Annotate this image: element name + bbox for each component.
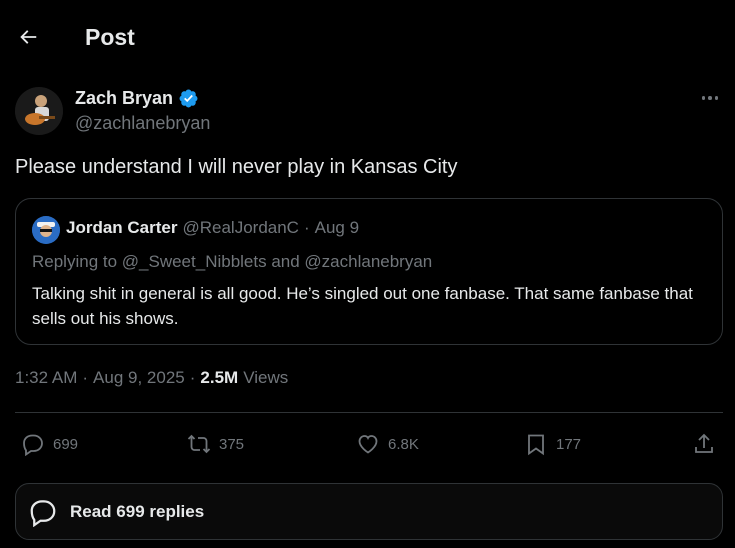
back-button[interactable]: [14, 23, 42, 51]
reply-count: 699: [53, 435, 79, 453]
more-horizontal-icon: [701, 96, 706, 100]
post-text: Please understand I will never play in K…: [15, 156, 458, 178]
post-date[interactable]: Aug 9, 2025: [93, 368, 185, 388]
separator-dot: ·: [189, 368, 196, 387]
read-replies-button[interactable]: Read 699 replies: [15, 483, 723, 540]
top-bar: Post: [0, 0, 735, 74]
like-count: 6.8K: [388, 435, 419, 453]
post-time[interactable]: 1:32 AM: [15, 368, 77, 388]
reply-icon: [23, 434, 43, 456]
author-handle[interactable]: @zachlanebryan: [75, 113, 210, 134]
divider: [15, 412, 723, 413]
repost-count: 375: [219, 435, 245, 453]
quoted-post-header: Jordan Carter @RealJordanC · Aug 9: [66, 218, 359, 238]
separator-dot: ·: [82, 368, 89, 387]
author-name-text: Zach Bryan: [75, 88, 174, 108]
share-button[interactable]: [692, 425, 716, 463]
bookmark-count: 177: [556, 435, 582, 453]
quoted-author-name[interactable]: Jordan Carter: [66, 218, 177, 238]
separator-dot: ·: [303, 218, 310, 237]
views-label: Views: [243, 368, 289, 387]
quoted-post-date[interactable]: Aug 9: [315, 218, 359, 238]
repost-icon: [187, 434, 211, 454]
bookmark-icon: [528, 434, 544, 456]
share-icon: [695, 433, 713, 453]
reply-button[interactable]: 699: [21, 425, 78, 463]
repost-button[interactable]: 375: [187, 425, 244, 463]
heart-icon: [358, 435, 378, 454]
author-name[interactable]: Zach Bryan: [75, 88, 199, 109]
bookmark-button[interactable]: 177: [524, 425, 581, 463]
author-avatar[interactable]: [15, 87, 63, 135]
more-options-button[interactable]: [698, 88, 722, 108]
arrow-left-icon: [20, 30, 37, 44]
page-title: Post: [85, 24, 135, 50]
action-bar: 699 375 6.8K 177: [0, 425, 735, 463]
post-meta: 1:32 AM · Aug 9, 2025 · 2.5M Views: [15, 368, 288, 388]
verified-badge-icon: [179, 89, 198, 108]
quoted-author-avatar: [32, 216, 60, 244]
quoted-post[interactable]: Jordan Carter @RealJordanC · Aug 9 Reply…: [15, 198, 723, 345]
quoted-post-text: Talking shit in general is all good. He’…: [32, 284, 693, 328]
like-button[interactable]: 6.8K: [356, 425, 419, 463]
quoted-author-handle[interactable]: @RealJordanC: [182, 218, 298, 238]
views-count: 2.5M: [200, 368, 239, 387]
replying-to: Replying to @_Sweet_Nibblets and @zachla…: [32, 252, 433, 271]
reply-bubble-icon: [30, 499, 56, 527]
read-replies-label: Read 699 replies: [70, 501, 205, 521]
